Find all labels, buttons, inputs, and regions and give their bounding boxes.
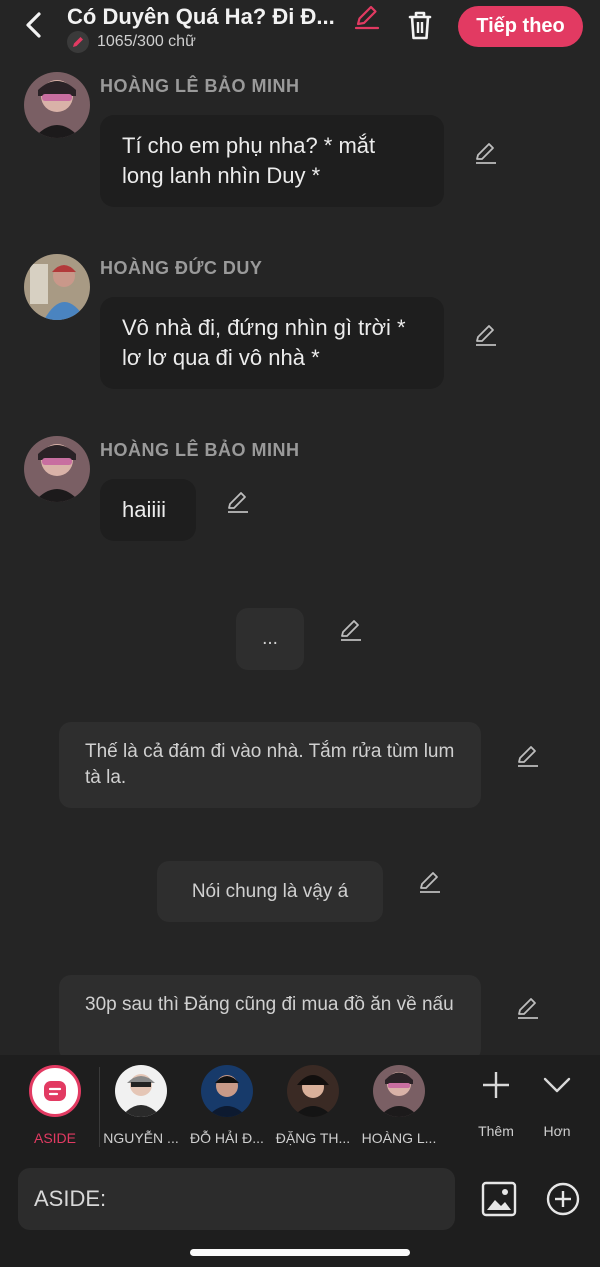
add-circle-icon[interactable] bbox=[545, 1181, 581, 1217]
avatar[interactable] bbox=[24, 436, 90, 502]
narration-bubble[interactable]: Nói chung là vậy á bbox=[157, 861, 383, 922]
more-label: Hơn bbox=[543, 1123, 571, 1139]
character-option[interactable]: ĐỖ HẢI Đ... bbox=[184, 1065, 270, 1146]
character-label: ĐẶNG TH... bbox=[275, 1130, 351, 1146]
avatar bbox=[373, 1065, 425, 1117]
character-name: HOÀNG LÊ BẢO MINH bbox=[100, 440, 300, 460]
edit-icon[interactable] bbox=[225, 489, 251, 515]
character-name: HOÀNG LÊ BẢO MINH bbox=[100, 76, 300, 96]
narration-bubble[interactable]: 30p sau thì Đăng cũng đi mua đồ ăn về nấ… bbox=[59, 975, 481, 1061]
character-aside[interactable]: ASIDE bbox=[12, 1065, 98, 1146]
image-icon[interactable] bbox=[480, 1180, 518, 1218]
edit-icon[interactable] bbox=[515, 995, 541, 1021]
character-name: HOÀNG ĐỨC DUY bbox=[100, 258, 263, 278]
character-label: ĐỖ HẢI Đ... bbox=[190, 1130, 264, 1146]
word-count: 1065/300 chữ bbox=[67, 31, 196, 53]
character-label: HOÀNG L... bbox=[361, 1130, 437, 1146]
edit-title-icon[interactable] bbox=[352, 2, 382, 32]
character-label: NGUYỄN ... bbox=[103, 1130, 179, 1146]
character-selector: ASIDE NGUYỄN ... ĐỖ HẢI Đ... ĐẶNG TH... … bbox=[0, 1055, 600, 1155]
avatar bbox=[115, 1065, 167, 1117]
edit-icon[interactable] bbox=[473, 140, 499, 166]
message-bubble[interactable]: Tí cho em phụ nha? * mắt long lanh nhìn … bbox=[100, 115, 444, 207]
edit-icon[interactable] bbox=[473, 322, 499, 348]
add-label: Thêm bbox=[478, 1123, 514, 1139]
character-option[interactable]: HOÀNG L... bbox=[356, 1065, 442, 1146]
chevron-down-icon bbox=[528, 1065, 586, 1105]
edit-icon[interactable] bbox=[515, 743, 541, 769]
plus-icon bbox=[466, 1065, 526, 1105]
character-label: ASIDE bbox=[33, 1130, 76, 1146]
pencil-icon bbox=[67, 31, 89, 53]
avatar[interactable] bbox=[24, 254, 90, 320]
more-button[interactable]: Hơn bbox=[528, 1065, 586, 1139]
character-option[interactable]: ĐẶNG TH... bbox=[270, 1065, 356, 1146]
aside-icon bbox=[29, 1065, 81, 1117]
narration-bubble[interactable]: ... bbox=[236, 608, 304, 670]
message-bubble[interactable]: Vô nhà đi, đứng nhìn gì trời * lơ lơ qua… bbox=[100, 297, 444, 389]
word-count-text: 1065/300 chữ bbox=[97, 33, 196, 50]
edit-icon[interactable] bbox=[417, 869, 443, 895]
story-title[interactable]: Có Duyên Quá Ha? Đi Đ... bbox=[67, 2, 357, 32]
next-button[interactable]: Tiếp theo bbox=[458, 6, 583, 47]
add-character-button[interactable]: Thêm bbox=[466, 1065, 526, 1139]
message-bubble[interactable]: haiiii bbox=[100, 479, 196, 541]
avatar bbox=[287, 1065, 339, 1117]
trash-icon[interactable] bbox=[404, 8, 436, 42]
back-icon[interactable] bbox=[18, 8, 50, 42]
narration-bubble[interactable]: Thế là cả đám đi vào nhà. Tắm rửa tùm lu… bbox=[59, 722, 481, 808]
edit-icon[interactable] bbox=[338, 617, 364, 643]
character-option[interactable]: NGUYỄN ... bbox=[98, 1065, 184, 1146]
message-input[interactable] bbox=[18, 1168, 455, 1230]
avatar bbox=[201, 1065, 253, 1117]
avatar[interactable] bbox=[24, 72, 90, 138]
home-indicator[interactable] bbox=[190, 1249, 410, 1256]
